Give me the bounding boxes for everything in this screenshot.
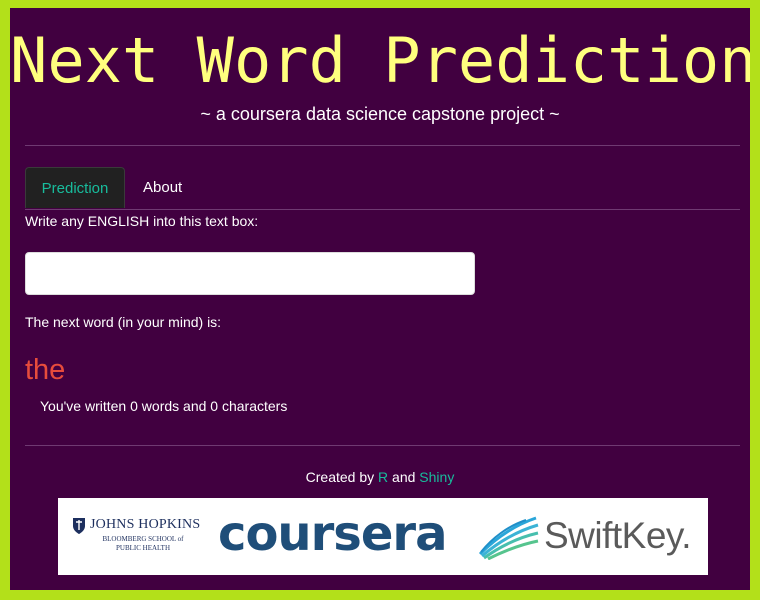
input-label: Write any ENGLISH into this text box: (25, 213, 259, 229)
logo-banner: JOHNS HOPKINS BLOOMBERG SCHOOL of PUBLIC… (58, 498, 708, 575)
credit-prefix: Created by (305, 469, 379, 485)
text-input[interactable] (25, 252, 475, 295)
jhu-sub-text: BLOOMBERG SCHOOL of PUBLIC HEALTH (102, 535, 184, 552)
coursera-logo: coursera (218, 506, 447, 562)
credit-and: and (388, 469, 420, 485)
page-subtitle: ~ a coursera data science capstone proje… (200, 104, 560, 124)
counts-suffix: characters (218, 398, 288, 414)
tab-about[interactable]: About (129, 167, 196, 208)
app-frame: Next Word Prediction ~ a coursera data s… (10, 8, 750, 590)
predicted-word: the (25, 354, 66, 386)
r-link[interactable]: R (378, 469, 388, 485)
counts-prefix: You've written (40, 398, 131, 414)
tab-prediction[interactable]: Prediction (25, 167, 125, 208)
jhu-name-text: JOHNS HOPKINS (90, 517, 201, 532)
word-char-counts: You've written 0 words and 0 characters (40, 397, 287, 415)
credit-line: Created by R and Shiny (10, 468, 750, 486)
page-title: Next Word Prediction (10, 24, 750, 97)
swiftkey-logo-text: SwiftKey. (544, 515, 691, 556)
shiny-link[interactable]: Shiny (419, 469, 454, 485)
output-label: The next word (in your mind) is: (25, 314, 222, 330)
char-count: 0 (210, 398, 219, 414)
swiftkey-swoosh-icon (478, 516, 539, 560)
tab-bar: Prediction About (25, 167, 740, 210)
jhu-shield-icon (73, 518, 85, 534)
counts-mid: words and (137, 398, 211, 414)
word-count: 0 (130, 398, 138, 414)
divider-bottom (25, 445, 740, 446)
johns-hopkins-logo: JOHNS HOPKINS BLOOMBERG SCHOOL of PUBLIC… (72, 515, 207, 559)
divider-top (25, 145, 740, 146)
